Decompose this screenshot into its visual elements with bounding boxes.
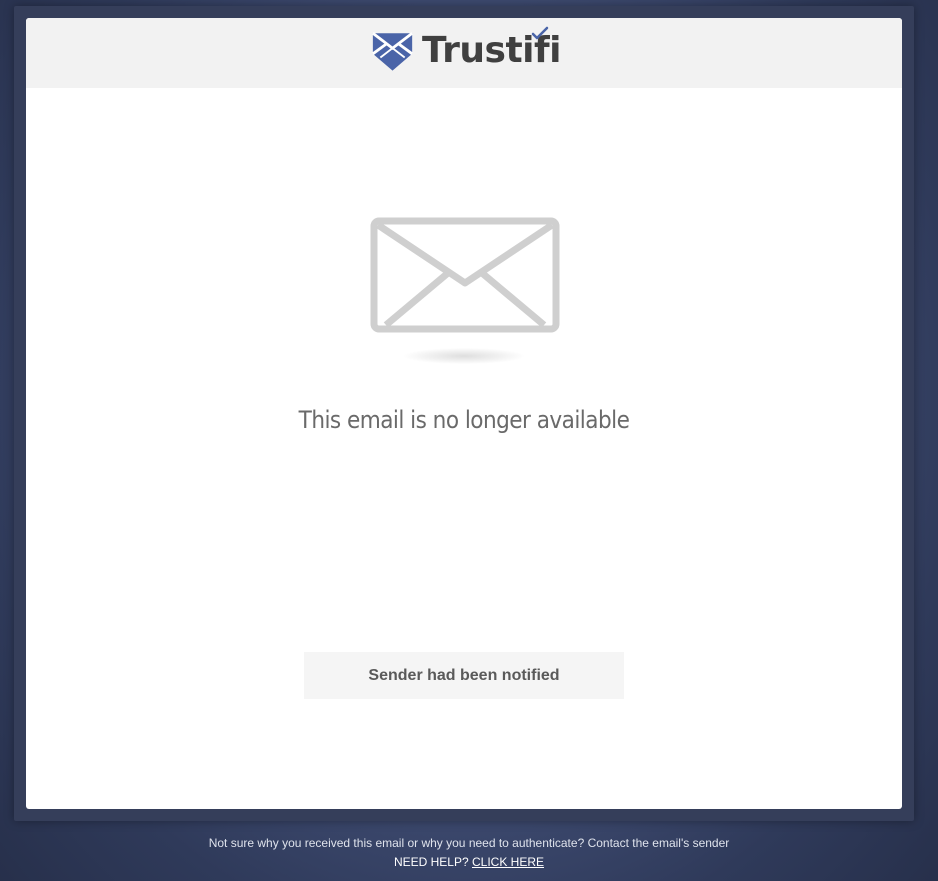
footer-info-text: Not sure why you received this email or … (208, 836, 730, 850)
envelope-shadow (404, 348, 524, 364)
page-footer: Not sure why you received this email or … (0, 834, 938, 872)
envelope-icon (370, 217, 560, 333)
footer-help-line: NEED HELP? CLICK HERE (0, 853, 938, 872)
brand-name: Trustifi (422, 26, 561, 74)
checkmark-icon (531, 26, 549, 40)
sender-notified-notice: Sender had been notified (304, 652, 624, 699)
need-help-label: NEED HELP? (393, 855, 469, 869)
click-here-link[interactable]: CLICK HERE (472, 855, 544, 869)
brand-logo: Trustifi (371, 26, 561, 76)
unavailable-message: This email is no longer available (298, 406, 630, 434)
trustifi-shield-envelope-icon (372, 32, 414, 71)
content-card: Trustifi This email is no longer availab… (26, 18, 902, 809)
card-header: Trustifi (26, 18, 902, 88)
